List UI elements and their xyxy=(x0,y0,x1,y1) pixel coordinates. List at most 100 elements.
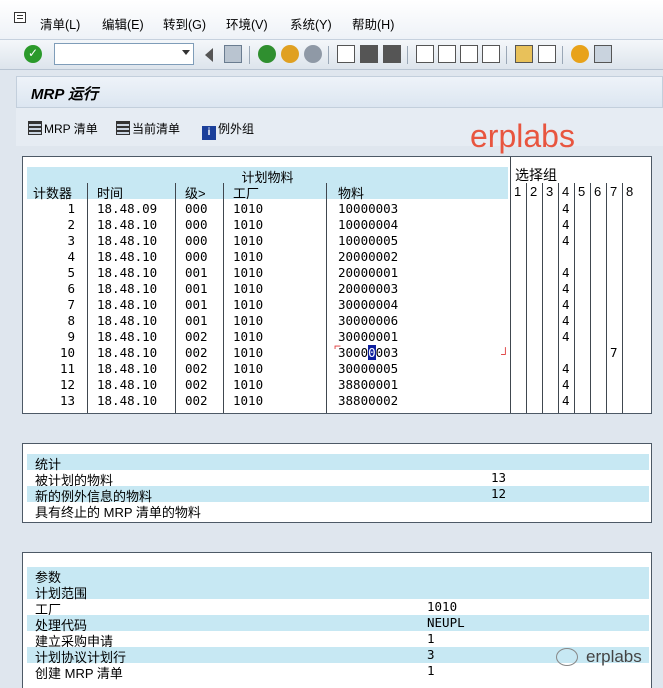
time-cell: 18.48.10 xyxy=(97,345,158,360)
first-page-icon[interactable] xyxy=(416,45,434,63)
exit-icon[interactable] xyxy=(281,45,299,63)
back-icon[interactable] xyxy=(258,45,276,63)
wechat-icon xyxy=(556,648,578,666)
time-cell: 18.48.10 xyxy=(97,297,158,312)
help-icon[interactable] xyxy=(571,45,589,63)
list-item: 被计划的物料 13 xyxy=(27,470,649,488)
group4-cell: 4 xyxy=(562,313,570,328)
level-cell: 001 xyxy=(185,313,208,328)
table-row[interactable]: 6 18.48.10 001 1010 20000003 4 xyxy=(27,281,657,297)
plant-cell: 1010 xyxy=(233,249,264,264)
new-session-icon[interactable] xyxy=(515,45,533,63)
level-cell: 002 xyxy=(185,393,208,408)
counter-cell: 6 xyxy=(67,281,75,296)
group4-cell: 4 xyxy=(562,281,570,296)
exception-group-button[interactable]: i 例外组 xyxy=(202,120,254,140)
table-row[interactable]: 3 18.48.10 000 1010 10000005 4 xyxy=(27,233,657,249)
list-item: 工厂 1010 xyxy=(27,599,649,617)
find-icon[interactable] xyxy=(360,45,378,63)
last-page-icon[interactable] xyxy=(482,45,500,63)
shortcut-icon[interactable] xyxy=(538,45,556,63)
watermark: erplabs xyxy=(470,118,575,154)
level-cell: 000 xyxy=(185,233,208,248)
level-cell: 002 xyxy=(185,329,208,344)
item-value: 1010 xyxy=(427,599,458,614)
counter-cell: 4 xyxy=(67,249,75,264)
material-cell[interactable]: 10000003 xyxy=(338,201,398,216)
material-cell[interactable]: 30000003 xyxy=(338,345,398,360)
menu-goto[interactable]: 转到(G) xyxy=(163,14,206,33)
menu-help[interactable]: 帮助(H) xyxy=(352,14,394,33)
command-field[interactable] xyxy=(54,43,194,65)
chevron-down-icon[interactable] xyxy=(182,50,190,55)
group4-cell: 4 xyxy=(562,201,570,216)
table-row[interactable]: 7 18.48.10 001 1010 30000004 4 xyxy=(27,297,657,313)
group4-cell: 4 xyxy=(562,233,570,248)
print-icon[interactable] xyxy=(337,45,355,63)
material-cell[interactable]: 38800002 xyxy=(338,393,398,408)
mrp-list-button[interactable]: MRP 清单 xyxy=(28,120,98,137)
counter-cell: 13 xyxy=(59,393,75,408)
table-row[interactable]: 5 18.48.10 001 1010 20000001 4 xyxy=(27,265,657,281)
statistics-panel: 统计 被计划的物料 13 新的例外信息的物料 12 具有终止的 MRP 清单的物料 xyxy=(22,443,652,523)
time-cell: 18.48.10 xyxy=(97,249,158,264)
menu-system[interactable]: 系统(Y) xyxy=(290,14,332,33)
time-cell: 18.48.09 xyxy=(97,201,158,216)
previous-page-icon[interactable] xyxy=(438,45,456,63)
next-page-icon[interactable] xyxy=(460,45,478,63)
time-cell: 18.48.10 xyxy=(97,281,158,296)
table-row[interactable]: 1 18.48.09 000 1010 10000003 4 xyxy=(27,201,657,217)
material-cell[interactable]: 10000005 xyxy=(338,233,398,248)
table-row[interactable]: 2 18.48.10 000 1010 10000004 4 xyxy=(27,217,657,233)
sel-col-6: 6 xyxy=(594,184,602,199)
table-row[interactable]: 13 18.48.10 002 1010 38800002 4 xyxy=(27,393,657,409)
group4-cell: 4 xyxy=(562,329,570,344)
find-next-icon[interactable] xyxy=(383,45,401,63)
table-row[interactable]: 12 18.48.10 002 1010 38800001 4 xyxy=(27,377,657,393)
layout-icon[interactable] xyxy=(594,45,612,63)
level-cell: 000 xyxy=(185,201,208,216)
menu-bar: 清单(L) 编辑(E) 转到(G) 环境(V) 系统(Y) 帮助(H) xyxy=(0,0,663,40)
col-counter: 计数器 xyxy=(33,186,73,201)
cancel-icon[interactable] xyxy=(304,45,322,63)
list-item: 创建 MRP 清单 1 xyxy=(27,663,649,681)
col-plant: 工厂 xyxy=(233,186,260,201)
group7-cell: 7 xyxy=(610,345,618,360)
material-cell[interactable]: 30000001 xyxy=(338,329,398,344)
plant-cell: 1010 xyxy=(233,297,264,312)
list-item: 新的例外信息的物料 12 xyxy=(27,486,649,504)
menu-list[interactable]: 清单(L) xyxy=(40,14,80,33)
parameters-panel: 参数 计划范围 工厂 1010 处理代码 NEUPL 建立采购申请 1 计划协议计划行 3 创建 … xyxy=(22,552,652,688)
plant-cell: 1010 xyxy=(233,345,264,360)
material-cell[interactable]: 30000006 xyxy=(338,313,398,328)
table-row[interactable]: 4 18.48.10 000 1010 20000002 xyxy=(27,249,657,265)
table-row[interactable]: 10 18.48.10 002 1010 30000003 7 xyxy=(27,345,657,361)
table-row[interactable]: 8 18.48.10 001 1010 30000006 4 xyxy=(27,313,657,329)
collapse-icon[interactable] xyxy=(205,48,213,62)
table-row[interactable]: 11 18.48.10 002 1010 30000005 4 xyxy=(27,361,657,377)
item-label: 创建 MRP 清单 xyxy=(35,666,123,681)
material-cell[interactable]: 30000005 xyxy=(338,361,398,376)
material-cell[interactable]: 30000004 xyxy=(338,297,398,312)
menu-environment[interactable]: 环境(V) xyxy=(226,14,268,33)
sel-col-4: 4 xyxy=(562,184,570,199)
sel-col-3: 3 xyxy=(546,184,554,199)
menu-edit[interactable]: 编辑(E) xyxy=(102,14,144,33)
item-value: 13 xyxy=(491,470,507,485)
material-cell[interactable]: 20000003 xyxy=(338,281,398,296)
enter-icon[interactable] xyxy=(24,45,42,63)
material-cell[interactable]: 10000004 xyxy=(338,217,398,232)
item-label: 具有终止的 MRP 清单的物料 xyxy=(35,505,201,520)
table-row[interactable]: 9 18.48.10 002 1010 30000001 4 xyxy=(27,329,657,345)
current-list-button[interactable]: 当前清单 xyxy=(116,120,180,137)
material-cell[interactable]: 38800001 xyxy=(338,377,398,392)
save-icon[interactable] xyxy=(224,45,242,63)
system-menu-icon[interactable] xyxy=(14,12,26,23)
item-value: 12 xyxy=(491,486,507,501)
planned-materials-panel: 计划物料 计数器 时间 级> 工厂 物料 选择组 1 2 3 4 5 6 7 8… xyxy=(22,156,652,414)
level-cell: 001 xyxy=(185,265,208,280)
group4-cell: 4 xyxy=(562,265,570,280)
item-value: 1 xyxy=(427,663,435,678)
material-cell[interactable]: 20000001 xyxy=(338,265,398,280)
material-cell[interactable]: 20000002 xyxy=(338,249,398,264)
